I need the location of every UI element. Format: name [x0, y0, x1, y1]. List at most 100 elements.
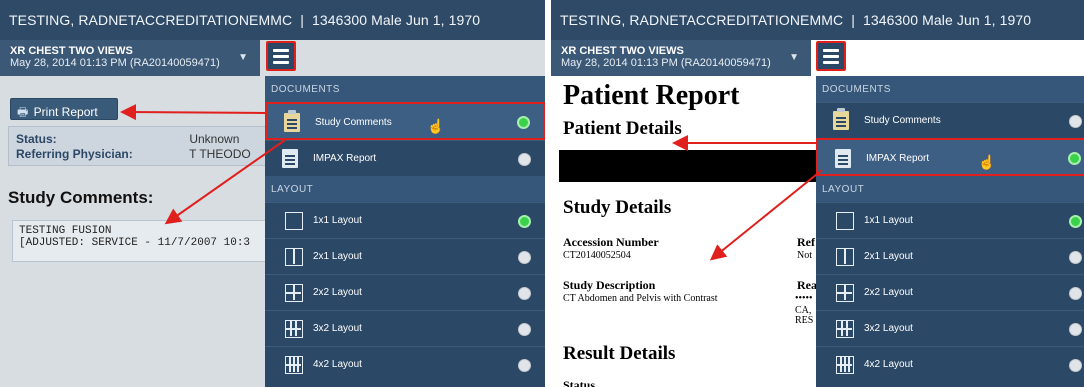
- hamburger-icon: [273, 49, 289, 52]
- menu-item-impax-report[interactable]: IMPAX Report ☝: [816, 138, 1084, 176]
- toggle-off-icon[interactable]: [1069, 251, 1082, 264]
- menu-item-3x2-layout[interactable]: 3x2 Layout: [816, 310, 1084, 346]
- right-screenshot: TESTING, RADNETACCREDITATIONEMMC | 13463…: [551, 0, 1084, 387]
- menu-item-label: 3x2 Layout: [313, 323, 362, 334]
- clipboard-icon: [284, 110, 300, 132]
- left-screenshot: TESTING, RADNETACCREDITATIONEMMC | 13463…: [0, 0, 545, 387]
- menu-item-label: 1x1 Layout: [864, 215, 913, 226]
- header-separator: |: [851, 12, 855, 28]
- patient-header: TESTING, RADNETACCREDITATIONEMMC | 13463…: [551, 0, 1084, 40]
- layout-3x2-icon: [836, 320, 854, 338]
- clipboard-icon: [833, 108, 849, 130]
- layout-1x1-icon: [285, 212, 303, 230]
- document-icon: [282, 149, 298, 168]
- menu-item-label: 2x1 Layout: [313, 251, 362, 262]
- layout-2x2-icon: [285, 284, 303, 302]
- comment-line: TESTING FUSION: [19, 225, 112, 237]
- layout-2x2-icon: [836, 284, 854, 302]
- report-title: Patient Report: [563, 80, 740, 111]
- patient-name: TESTING, RADNETACCREDITATIONEMMC: [560, 12, 844, 28]
- menu-item-2x1-layout[interactable]: 2x1 Layout: [265, 238, 545, 274]
- study-name: XR CHEST TWO VIEWS: [10, 45, 133, 57]
- truncated-label: Rea: [797, 278, 817, 292]
- layout-1x1-icon: [836, 212, 854, 230]
- toggle-off-icon[interactable]: [1069, 287, 1082, 300]
- print-report-label: Print Report: [33, 105, 98, 119]
- menu-item-label: 4x2 Layout: [864, 359, 913, 370]
- menu-item-study-comments[interactable]: Study Comments ☝: [265, 102, 545, 140]
- toggle-off-icon[interactable]: [518, 323, 531, 336]
- toggle-off-icon[interactable]: [1069, 115, 1082, 128]
- toggle-off-icon[interactable]: [518, 359, 531, 372]
- documents-section-header: DOCUMENTS: [265, 76, 545, 102]
- menu-item-1x1-layout[interactable]: 1x1 Layout: [816, 202, 1084, 238]
- comment-line: [ADJUSTED: SERVICE - 11/7/2007 10:3: [19, 237, 251, 249]
- toggle-on-icon[interactable]: [1069, 215, 1082, 228]
- hamburger-icon: [823, 49, 839, 52]
- toggle-off-icon[interactable]: [1069, 359, 1082, 372]
- study-name: XR CHEST TWO VIEWS: [561, 45, 684, 57]
- menu-item-label: Study Comments: [315, 117, 392, 128]
- menu-item-label: 2x2 Layout: [864, 287, 913, 298]
- hamburger-menu-button[interactable]: [816, 41, 846, 71]
- menu-item-label: Study Comments: [864, 115, 941, 126]
- menu-item-label: 4x2 Layout: [313, 359, 362, 370]
- study-comments-title: Study Comments:: [8, 188, 154, 207]
- study-description-value: CT Abdomen and Pelvis with Contrast: [563, 293, 718, 304]
- hamburger-menu-button[interactable]: [266, 41, 296, 71]
- toggle-off-icon[interactable]: [518, 251, 531, 264]
- options-menu: DOCUMENTS Study Comments ☝ IMPAX Report …: [265, 76, 545, 387]
- menu-item-4x2-layout[interactable]: 4x2 Layout: [265, 346, 545, 382]
- documents-section-header: DOCUMENTS: [816, 76, 1084, 102]
- study-details-heading: Study Details: [563, 197, 672, 218]
- menu-item-label: IMPAX Report: [313, 153, 377, 164]
- header-separator: |: [300, 12, 304, 28]
- toggle-on-icon[interactable]: [518, 215, 531, 228]
- truncated-value: RES: [795, 315, 814, 326]
- patient-info: 1346300 Male Jun 1, 1970: [311, 12, 481, 28]
- menu-item-4x2-layout[interactable]: 4x2 Layout: [816, 346, 1084, 382]
- menu-item-2x2-layout[interactable]: 2x2 Layout: [265, 274, 545, 310]
- study-selector[interactable]: XR CHEST TWO VIEWS May 28, 2014 01:13 PM…: [551, 40, 811, 76]
- menu-item-2x1-layout[interactable]: 2x1 Layout: [816, 238, 1084, 274]
- study-date: May 28, 2014 01:13 PM (RA20140059471): [561, 57, 771, 69]
- status-label: Status: [563, 378, 596, 387]
- layout-4x2-icon: [836, 356, 854, 374]
- menu-item-2x2-layout[interactable]: 2x2 Layout: [816, 274, 1084, 310]
- menu-item-label: 2x2 Layout: [313, 287, 362, 298]
- study-selector[interactable]: XR CHEST TWO VIEWS May 28, 2014 01:13 PM…: [0, 40, 260, 76]
- patient-name: TESTING, RADNETACCREDITATIONEMMC: [9, 12, 293, 28]
- hamburger-icon-bar: [273, 61, 289, 64]
- patient-header: TESTING, RADNETACCREDITATIONEMMC | 13463…: [0, 0, 545, 40]
- toggle-on-icon[interactable]: [1068, 152, 1081, 165]
- menu-item-3x2-layout[interactable]: 3x2 Layout: [265, 310, 545, 346]
- study-status-panel: Status: Unknown Referring Physician: T T…: [8, 126, 278, 166]
- truncated-label: Ref: [797, 235, 815, 249]
- toggle-off-icon[interactable]: [1069, 323, 1082, 336]
- hand-cursor-icon: ☝: [978, 154, 996, 170]
- layout-section-header: LAYOUT: [816, 176, 1084, 202]
- hand-cursor-icon: ☝: [427, 118, 445, 134]
- menu-item-impax-report[interactable]: IMPAX Report: [265, 140, 545, 176]
- print-report-button[interactable]: 🖶 Print Report: [10, 98, 118, 120]
- options-menu: DOCUMENTS Study Comments IMPAX Report ☝ …: [816, 76, 1084, 387]
- result-details-heading: Result Details: [563, 343, 676, 364]
- chevron-down-icon[interactable]: ▼: [789, 52, 799, 63]
- referring-physician-label: Referring Physician:: [16, 147, 133, 161]
- menu-item-study-comments[interactable]: Study Comments: [816, 102, 1084, 138]
- layout-4x2-icon: [285, 356, 303, 374]
- patient-info: 1346300 Male Jun 1, 1970: [862, 12, 1032, 28]
- status-label: Status:: [16, 132, 57, 146]
- layout-2x1-icon: [285, 248, 303, 266]
- menu-item-1x1-layout[interactable]: 1x1 Layout: [265, 202, 545, 238]
- chevron-down-icon[interactable]: ▼: [238, 52, 248, 63]
- toggle-off-icon[interactable]: [518, 287, 531, 300]
- toggle-off-icon[interactable]: [518, 153, 531, 166]
- toggle-on-icon[interactable]: [517, 116, 530, 129]
- referring-physician-value: T THEODO: [189, 147, 251, 161]
- menu-item-label: 3x2 Layout: [864, 323, 913, 334]
- layout-3x2-icon: [285, 320, 303, 338]
- document-icon: [835, 149, 851, 168]
- hamburger-icon-bar: [823, 55, 839, 58]
- patient-details-heading: Patient Details: [563, 118, 682, 139]
